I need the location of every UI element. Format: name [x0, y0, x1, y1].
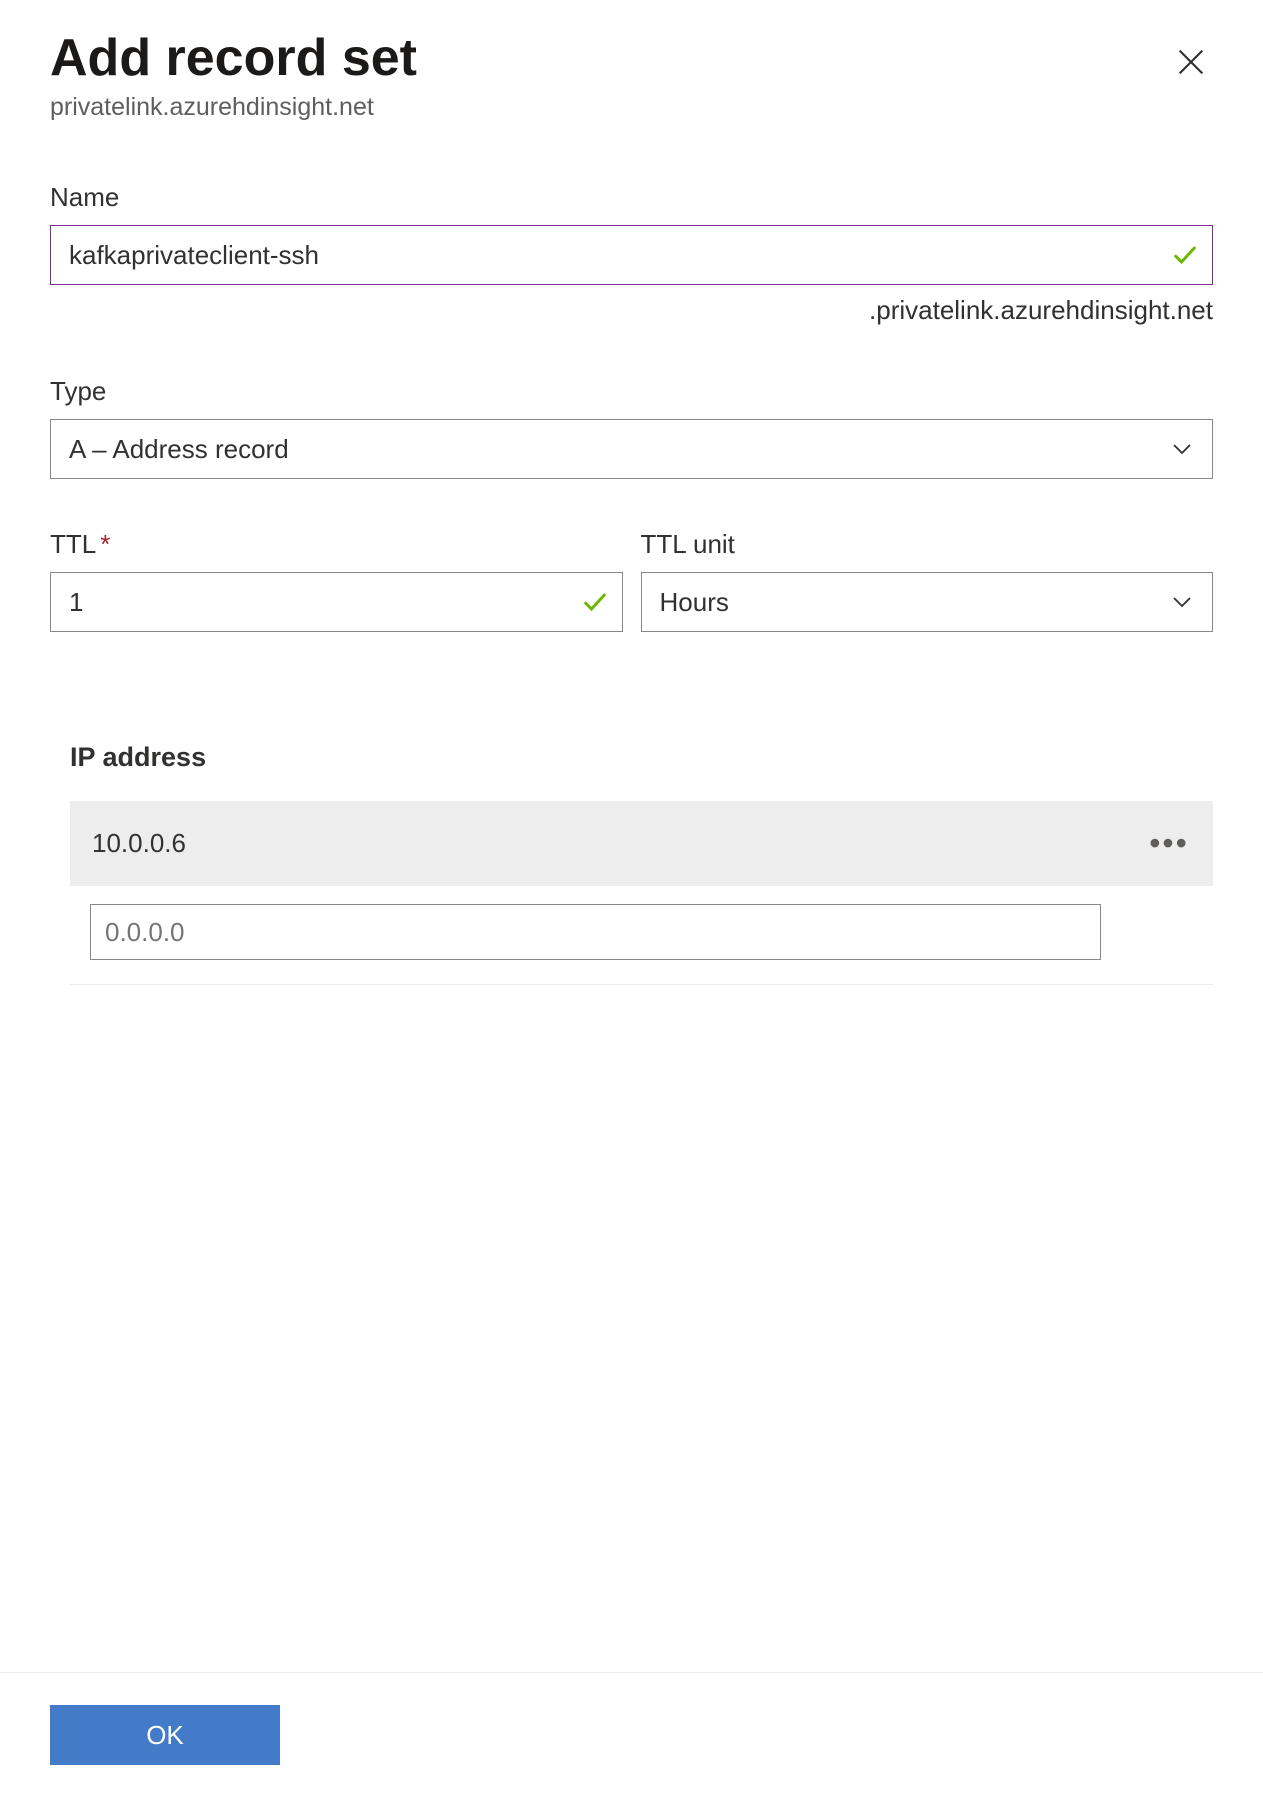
type-select[interactable]: A – Address record	[50, 419, 1213, 479]
ttl-input[interactable]	[50, 572, 623, 632]
ttl-label: TTL*	[50, 529, 623, 560]
type-label: Type	[50, 376, 1213, 407]
required-indicator: *	[100, 529, 110, 559]
check-icon	[1171, 241, 1199, 269]
name-suffix: .privatelink.azurehdinsight.net	[50, 295, 1213, 326]
check-icon	[581, 588, 609, 616]
footer: OK	[0, 1672, 1263, 1797]
panel-subtitle: privatelink.azurehdinsight.net	[50, 93, 1213, 122]
chevron-down-icon	[1170, 437, 1194, 461]
divider	[70, 984, 1213, 985]
ip-new-input[interactable]	[90, 904, 1101, 960]
more-icon: •••	[1149, 825, 1189, 862]
chevron-down-icon	[1170, 590, 1194, 614]
close-icon	[1174, 45, 1208, 79]
ok-button[interactable]: OK	[50, 1705, 280, 1765]
name-label: Name	[50, 182, 1213, 213]
more-button[interactable]: •••	[1147, 829, 1191, 859]
ip-row: 10.0.0.6 •••	[70, 801, 1213, 886]
ttl-unit-label: TTL unit	[641, 529, 1214, 560]
ttl-unit-value: Hours	[660, 587, 729, 618]
name-input[interactable]	[50, 225, 1213, 285]
close-button[interactable]	[1169, 40, 1213, 84]
ip-value: 10.0.0.6	[92, 828, 186, 859]
panel-title: Add record set	[50, 30, 417, 87]
ip-address-header: IP address	[70, 742, 1213, 773]
ttl-unit-select[interactable]: Hours	[641, 572, 1214, 632]
type-value: A – Address record	[69, 434, 289, 465]
